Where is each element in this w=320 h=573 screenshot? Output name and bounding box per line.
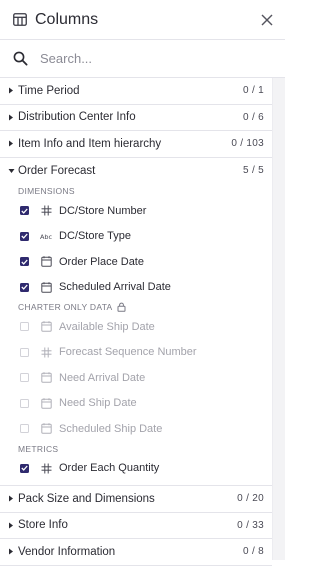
columns-panel: Columns Time Period 0 / 1 Distribution C… <box>0 0 285 573</box>
group-label: Time Period <box>18 84 80 97</box>
calendar-icon <box>40 281 52 293</box>
columns-icon <box>12 12 28 28</box>
field-order-place-date[interactable]: Order Place Date <box>0 249 272 275</box>
caret-down-icon <box>6 166 16 176</box>
field-need-arrival-date: Need Arrival Date <box>0 365 272 391</box>
group-count: 5 / 5 <box>243 165 264 177</box>
search-bar <box>0 40 285 78</box>
text-type-icon: Abc <box>40 230 52 242</box>
checkbox-disabled <box>20 373 29 383</box>
group-store-info[interactable]: Store Info 0 / 33 <box>0 513 272 539</box>
caret-right-icon <box>6 139 16 149</box>
checkbox-checked[interactable] <box>20 282 29 292</box>
panel-header: Columns <box>0 0 285 40</box>
group-count: 0 / 20 <box>237 493 264 505</box>
column-groups-list: Time Period 0 / 1 Distribution Center In… <box>0 78 272 566</box>
field-scheduled-ship-date: Scheduled Ship Date <box>0 416 272 442</box>
group-label: Vendor Information <box>18 545 116 558</box>
group-pack-size[interactable]: Pack Size and Dimensions 0 / 20 <box>0 486 272 513</box>
group-label: Store Info <box>18 519 68 532</box>
calendar-icon <box>40 321 52 333</box>
field-label: DC/Store Number <box>59 204 147 217</box>
group-label: Pack Size and Dimensions <box>18 492 155 505</box>
field-label: Scheduled Ship Date <box>59 422 163 435</box>
group-order-forecast[interactable]: Order Forecast 5 / 5 <box>0 158 272 185</box>
checkbox-checked[interactable] <box>20 257 29 267</box>
field-label: Available Ship Date <box>59 320 155 333</box>
caret-right-icon <box>6 112 16 122</box>
group-time-period[interactable]: Time Period 0 / 1 <box>0 78 272 105</box>
field-order-each-quantity[interactable]: Order Each Quantity <box>0 456 272 482</box>
hash-icon <box>40 205 52 217</box>
checkbox-disabled <box>20 347 29 357</box>
field-available-ship-date: Available Ship Date <box>0 314 272 340</box>
field-label: Order Each Quantity <box>59 462 160 475</box>
checkbox-disabled <box>20 322 29 332</box>
group-count: 0 / 33 <box>237 519 264 531</box>
field-label: Scheduled Arrival Date <box>59 281 171 294</box>
group-count: 0 / 1 <box>243 85 264 97</box>
field-dc-store-type[interactable]: Abc DC/Store Type <box>0 224 272 250</box>
group-label: Item Info and Item hierarchy <box>18 137 162 150</box>
field-scheduled-arrival-date[interactable]: Scheduled Arrival Date <box>0 275 272 301</box>
field-dc-store-number[interactable]: DC/Store Number <box>0 198 272 224</box>
field-label: Forecast Sequence Number <box>59 346 197 359</box>
group-item-info[interactable]: Item Info and Item hierarchy 0 / 103 <box>0 131 272 158</box>
caret-right-icon <box>6 494 16 504</box>
checkbox-checked[interactable] <box>20 231 29 241</box>
caret-right-icon <box>6 520 16 530</box>
group-count: 0 / 8 <box>243 546 264 558</box>
hash-icon <box>40 346 52 358</box>
checkbox-checked[interactable] <box>20 206 29 216</box>
caret-right-icon <box>6 86 16 96</box>
section-label-charter-only: CHARTER ONLY DATA <box>0 300 272 314</box>
section-label-dimensions: DIMENSIONS <box>18 186 75 196</box>
checkbox-disabled <box>20 424 29 434</box>
search-input[interactable] <box>40 51 240 66</box>
caret-right-icon <box>6 547 16 557</box>
panel-title: Columns <box>35 10 99 28</box>
group-count: 0 / 6 <box>243 111 264 123</box>
group-vendor-information[interactable]: Vendor Information 0 / 8 <box>0 539 272 566</box>
svg-text:Abc: Abc <box>40 233 52 241</box>
lock-icon <box>117 302 126 312</box>
field-label: DC/Store Type <box>59 230 131 243</box>
field-label: Need Arrival Date <box>59 371 146 384</box>
section-label-metrics: METRICS <box>18 443 59 454</box>
field-forecast-sequence-number: Forecast Sequence Number <box>0 340 272 366</box>
field-label: Order Place Date <box>59 255 144 268</box>
field-need-ship-date: Need Ship Date <box>0 391 272 417</box>
group-label: Distribution Center Info <box>18 111 136 124</box>
scrollbar[interactable] <box>272 78 285 560</box>
close-icon[interactable] <box>259 12 275 28</box>
calendar-icon <box>40 397 52 409</box>
group-distribution-center-info[interactable]: Distribution Center Info 0 / 6 <box>0 105 272 131</box>
calendar-icon <box>40 372 52 384</box>
search-icon <box>12 51 28 67</box>
section-label-text: CHARTER ONLY DATA <box>18 302 113 312</box>
group-count: 0 / 103 <box>231 138 264 150</box>
group-label: Order Forecast <box>18 164 96 177</box>
field-label: Need Ship Date <box>59 397 137 410</box>
checkbox-checked[interactable] <box>20 463 29 473</box>
calendar-icon <box>40 256 52 268</box>
hash-icon <box>40 462 52 474</box>
checkbox-disabled <box>20 398 29 408</box>
calendar-icon <box>40 423 52 435</box>
